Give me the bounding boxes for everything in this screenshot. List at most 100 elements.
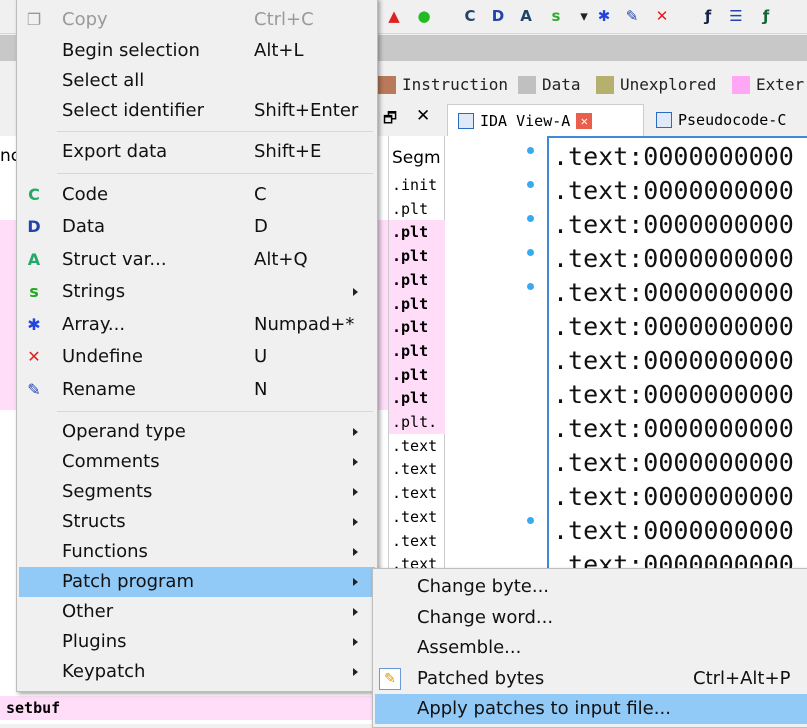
code-line[interactable]: .text:0000000000 <box>553 344 794 378</box>
menu-item-select-all[interactable]: Select all <box>19 66 375 96</box>
segment-row[interactable]: .plt <box>389 386 445 411</box>
menu-item-structs[interactable]: Structs <box>19 507 375 537</box>
segment-row[interactable]: .plt <box>389 315 445 340</box>
menu-separator <box>57 411 373 412</box>
menu-item-functions[interactable]: Functions <box>19 537 375 567</box>
submenu-item-assemble[interactable]: Assemble... <box>375 633 807 663</box>
menu-item-shortcut: C <box>254 184 267 205</box>
segment-row[interactable]: .init <box>389 173 445 197</box>
tab-ida-view-a[interactable]: IDA View-A ✕ <box>447 104 644 136</box>
segment-row[interactable]: .text <box>389 505 445 529</box>
menu-item-export-data[interactable]: Export data Shift+E <box>19 137 375 167</box>
menu-item-struct-var[interactable]: A Struct var... Alt+Q <box>19 245 375 275</box>
breakpoint-dot[interactable] <box>527 249 534 256</box>
submenu-item-apply-patches-to-input-file[interactable]: Apply patches to input file... <box>375 694 807 724</box>
menu-item-begin-selection[interactable]: Begin selection Alt+L <box>19 36 375 66</box>
menu-item-patch-program[interactable]: Patch program <box>19 567 375 597</box>
warning-icon[interactable]: ▲ <box>384 6 404 26</box>
menu-item-shortcut: D <box>254 216 268 237</box>
code-line[interactable]: .text:0000000000 <box>553 514 794 548</box>
menu-separator <box>57 173 373 174</box>
code-line[interactable]: .text:0000000000 <box>553 446 794 480</box>
green-circle-icon[interactable]: ● <box>414 6 434 26</box>
segment-row[interactable]: .plt <box>389 267 445 292</box>
tab-label: IDA View-A <box>480 111 571 130</box>
submenu-arrow-icon <box>353 288 358 296</box>
submenu-arrow-icon <box>353 638 358 646</box>
menu-item-label: Change word... <box>417 606 554 628</box>
code-line[interactable]: .text:0000000000 <box>553 480 794 514</box>
code-line[interactable]: .text:0000000000 <box>553 174 794 208</box>
dropdown-icon[interactable]: ▾ <box>574 6 594 26</box>
rename-icon[interactable]: ✎ <box>622 6 642 26</box>
restore-icon[interactable]: 🗗 <box>383 108 397 133</box>
segment-row[interactable]: .text <box>389 434 445 458</box>
function-row[interactable]: setbuf <box>0 696 388 720</box>
menu-item-label: Apply patches to input file... <box>417 698 671 719</box>
close-icon[interactable]: ✕ <box>416 106 430 126</box>
code-line[interactable]: .text:0000000000 <box>553 140 794 174</box>
menu-item-label: Structs <box>62 511 126 532</box>
menu-item-strings[interactable]: s Strings <box>19 277 375 307</box>
code-line[interactable]: .text:0000000000 <box>553 310 794 344</box>
breakpoint-dot[interactable] <box>527 283 534 290</box>
array-icon[interactable]: ✱ <box>594 6 614 26</box>
list-icon[interactable]: ☰ <box>726 6 746 26</box>
make-code-icon[interactable]: C <box>460 6 480 26</box>
menu-item-data[interactable]: D Data D <box>19 212 375 242</box>
menu-item-array[interactable]: ✱ Array... Numpad+* <box>19 310 375 340</box>
menu-item-keypatch[interactable]: Keypatch <box>19 657 375 687</box>
segment-row[interactable]: .plt <box>389 197 445 221</box>
menu-item-undefine[interactable]: ✕ Undefine U <box>19 342 375 372</box>
menu-item-plugins[interactable]: Plugins <box>19 627 375 657</box>
breakpoint-dot[interactable] <box>527 147 534 154</box>
breakpoint-dot[interactable] <box>527 215 534 222</box>
menu-item-operand-type[interactable]: Operand type <box>19 417 375 447</box>
code-line[interactable]: .text:0000000000 <box>553 276 794 310</box>
code-line[interactable]: .text:0000000000 <box>553 378 794 412</box>
segment-row[interactable]: .plt <box>389 338 445 363</box>
menu-item-code[interactable]: C Code C <box>19 180 375 210</box>
segment-row[interactable]: .text <box>389 457 445 481</box>
menu-item-copy[interactable]: ❐ Copy Ctrl+C <box>19 5 375 35</box>
submenu-item-change-word[interactable]: Change word... <box>375 603 807 633</box>
menu-item-label: Export data <box>62 141 168 162</box>
tab-close-icon[interactable]: ✕ <box>576 112 593 129</box>
function-icon[interactable]: ƒ <box>698 6 718 26</box>
submenu-item-change-byte[interactable]: Change byte... <box>375 572 807 602</box>
menu-item-shortcut: U <box>254 346 268 367</box>
segment-row[interactable]: .plt. <box>389 410 445 434</box>
menu-item-comments[interactable]: Comments <box>19 447 375 477</box>
strings-icon: s <box>29 282 39 301</box>
make-data-icon[interactable]: D <box>488 6 508 26</box>
segment-row[interactable]: .text <box>389 529 445 553</box>
rename-icon: ✎ <box>27 380 41 399</box>
strings-icon[interactable]: s <box>546 6 566 26</box>
segment-row[interactable]: .plt <box>389 220 445 245</box>
menu-item-segments[interactable]: Segments <box>19 477 375 507</box>
submenu-arrow-icon <box>353 458 358 466</box>
menu-item-other[interactable]: Other <box>19 597 375 627</box>
struct-var-icon[interactable]: A <box>516 6 536 26</box>
view-icon <box>458 112 474 129</box>
menu-item-select-identifier[interactable]: Select identifier Shift+Enter <box>19 96 375 126</box>
tab-pseudocode-c[interactable]: Pseudocode-C <box>646 104 796 136</box>
segment-row[interactable]: .text <box>389 481 445 505</box>
breakpoint-dot[interactable] <box>527 181 534 188</box>
segment-row[interactable]: .plt <box>389 291 445 316</box>
function-tail-icon[interactable]: ƒ <box>756 6 776 26</box>
submenu-item-patched-bytes[interactable]: ✎ Patched bytes Ctrl+Alt+P <box>375 664 807 694</box>
submenu-arrow-icon <box>353 548 358 556</box>
segment-row[interactable]: .plt <box>389 244 445 269</box>
code-line[interactable]: .text:0000000000 <box>553 412 794 446</box>
code-line[interactable]: .text:0000000000 <box>553 242 794 276</box>
submenu-arrow-icon <box>353 518 358 526</box>
undefine-icon[interactable]: ✕ <box>652 6 672 26</box>
menu-item-rename[interactable]: ✎ Rename N <box>19 375 375 405</box>
legend-item: Data <box>518 75 581 94</box>
breakpoint-dot[interactable] <box>527 517 534 524</box>
menu-item-label: Begin selection <box>62 40 200 61</box>
code-line[interactable]: .text:0000000000 <box>553 208 794 242</box>
menu-separator <box>57 131 373 132</box>
segment-row[interactable]: .plt <box>389 362 445 387</box>
